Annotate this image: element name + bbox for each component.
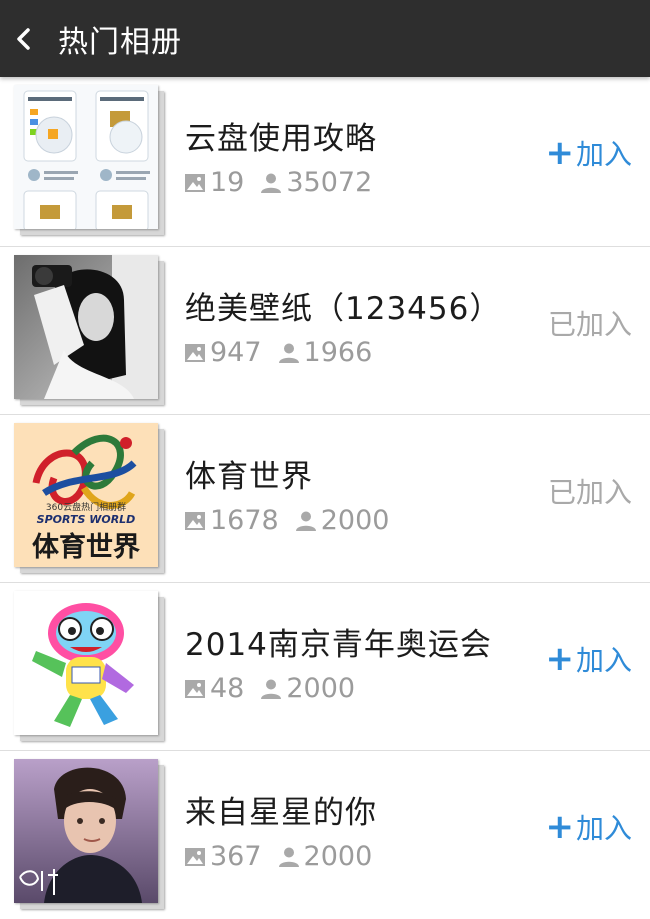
album-stats: 48 2000 <box>184 673 371 704</box>
drama-thumbnail-image <box>14 759 158 903</box>
image-icon <box>185 679 205 698</box>
join-button[interactable]: + 加入 <box>545 639 632 679</box>
list-item[interactable]: 云盘使用攻略 19 35072 + 加入 <box>0 77 650 247</box>
album-name: 来自星星的你 <box>185 795 377 831</box>
list-item[interactable]: 绝美壁纸（123456） 947 1966 已加入 <box>0 247 650 415</box>
mascot-thumbnail-image <box>14 591 158 735</box>
person-icon <box>278 847 299 867</box>
list-item[interactable]: 360云盘热门相册群 SPORTS WORLD 体育世界 体育世界 1678 2… <box>0 415 650 583</box>
album-stats: 19 35072 <box>184 167 388 198</box>
plus-icon: + <box>545 639 574 679</box>
member-count: 1966 <box>303 337 373 368</box>
join-button[interactable]: + 加入 <box>545 807 632 847</box>
joined-status: 已加入 <box>548 303 632 343</box>
photo-count: 947 <box>210 337 262 368</box>
member-count: 2000 <box>303 841 373 872</box>
album-thumbnail[interactable] <box>14 591 164 741</box>
list-item[interactable]: 2014南京青年奥运会 48 2000 + 加入 <box>0 583 650 751</box>
member-count: 2000 <box>286 673 356 704</box>
album-name: 绝美壁纸（123456） <box>185 291 502 327</box>
joined-status: 已加入 <box>548 471 632 511</box>
join-button[interactable]: + 加入 <box>545 133 632 173</box>
album-stats: 947 1966 <box>184 337 388 368</box>
page-title: 热门相册 <box>58 24 182 60</box>
photo-count: 48 <box>210 673 245 704</box>
back-button[interactable] <box>2 0 46 77</box>
person-icon <box>295 511 316 531</box>
joined-label: 已加入 <box>547 308 632 341</box>
album-thumbnail[interactable]: 360云盘热门相册群 SPORTS WORLD 体育世界 <box>14 423 164 573</box>
album-name: 云盘使用攻略 <box>185 121 377 157</box>
album-thumbnail[interactable] <box>14 85 164 235</box>
album-thumbnail[interactable] <box>14 255 164 405</box>
join-label: 加入 <box>575 644 632 677</box>
album-list: 云盘使用攻略 19 35072 + 加入 绝美壁纸（123456） 947 19… <box>0 77 650 919</box>
photo-count: 367 <box>210 841 262 872</box>
join-label: 加入 <box>575 812 632 845</box>
member-count: 35072 <box>286 167 373 198</box>
plus-icon: + <box>545 133 574 173</box>
person-icon <box>261 173 282 193</box>
person-icon <box>278 343 299 363</box>
album-thumbnail[interactable] <box>14 759 164 909</box>
plus-icon: + <box>545 807 574 847</box>
guide-thumbnail-image <box>14 85 158 229</box>
chevron-left-icon <box>17 27 30 50</box>
top-bar: 热门相册 <box>0 0 650 77</box>
sports-thumb-text-1: 360云盘热门相册群 <box>46 501 126 513</box>
image-icon <box>185 511 205 530</box>
album-stats: 367 2000 <box>184 841 388 872</box>
list-item[interactable]: 来自星星的你 367 2000 + 加入 <box>0 751 650 919</box>
album-name: 2014南京青年奥运会 <box>185 627 492 663</box>
image-icon <box>185 847 205 866</box>
album-name: 体育世界 <box>185 459 313 495</box>
member-count: 2000 <box>320 505 390 536</box>
sports-world-thumbnail-image: 360云盘热门相册群 SPORTS WORLD 体育世界 <box>14 423 158 567</box>
album-stats: 1678 2000 <box>184 505 405 536</box>
image-icon <box>185 173 205 192</box>
photo-count: 1678 <box>210 505 279 536</box>
image-icon <box>185 343 205 362</box>
person-icon <box>261 679 282 699</box>
photo-count: 19 <box>210 167 245 198</box>
sports-thumb-text-3: 体育世界 <box>32 531 140 563</box>
sports-thumb-text-2: SPORTS WORLD <box>37 513 136 526</box>
wallpaper-thumbnail-image <box>14 255 158 399</box>
joined-label: 已加入 <box>547 476 632 509</box>
join-label: 加入 <box>575 138 632 171</box>
